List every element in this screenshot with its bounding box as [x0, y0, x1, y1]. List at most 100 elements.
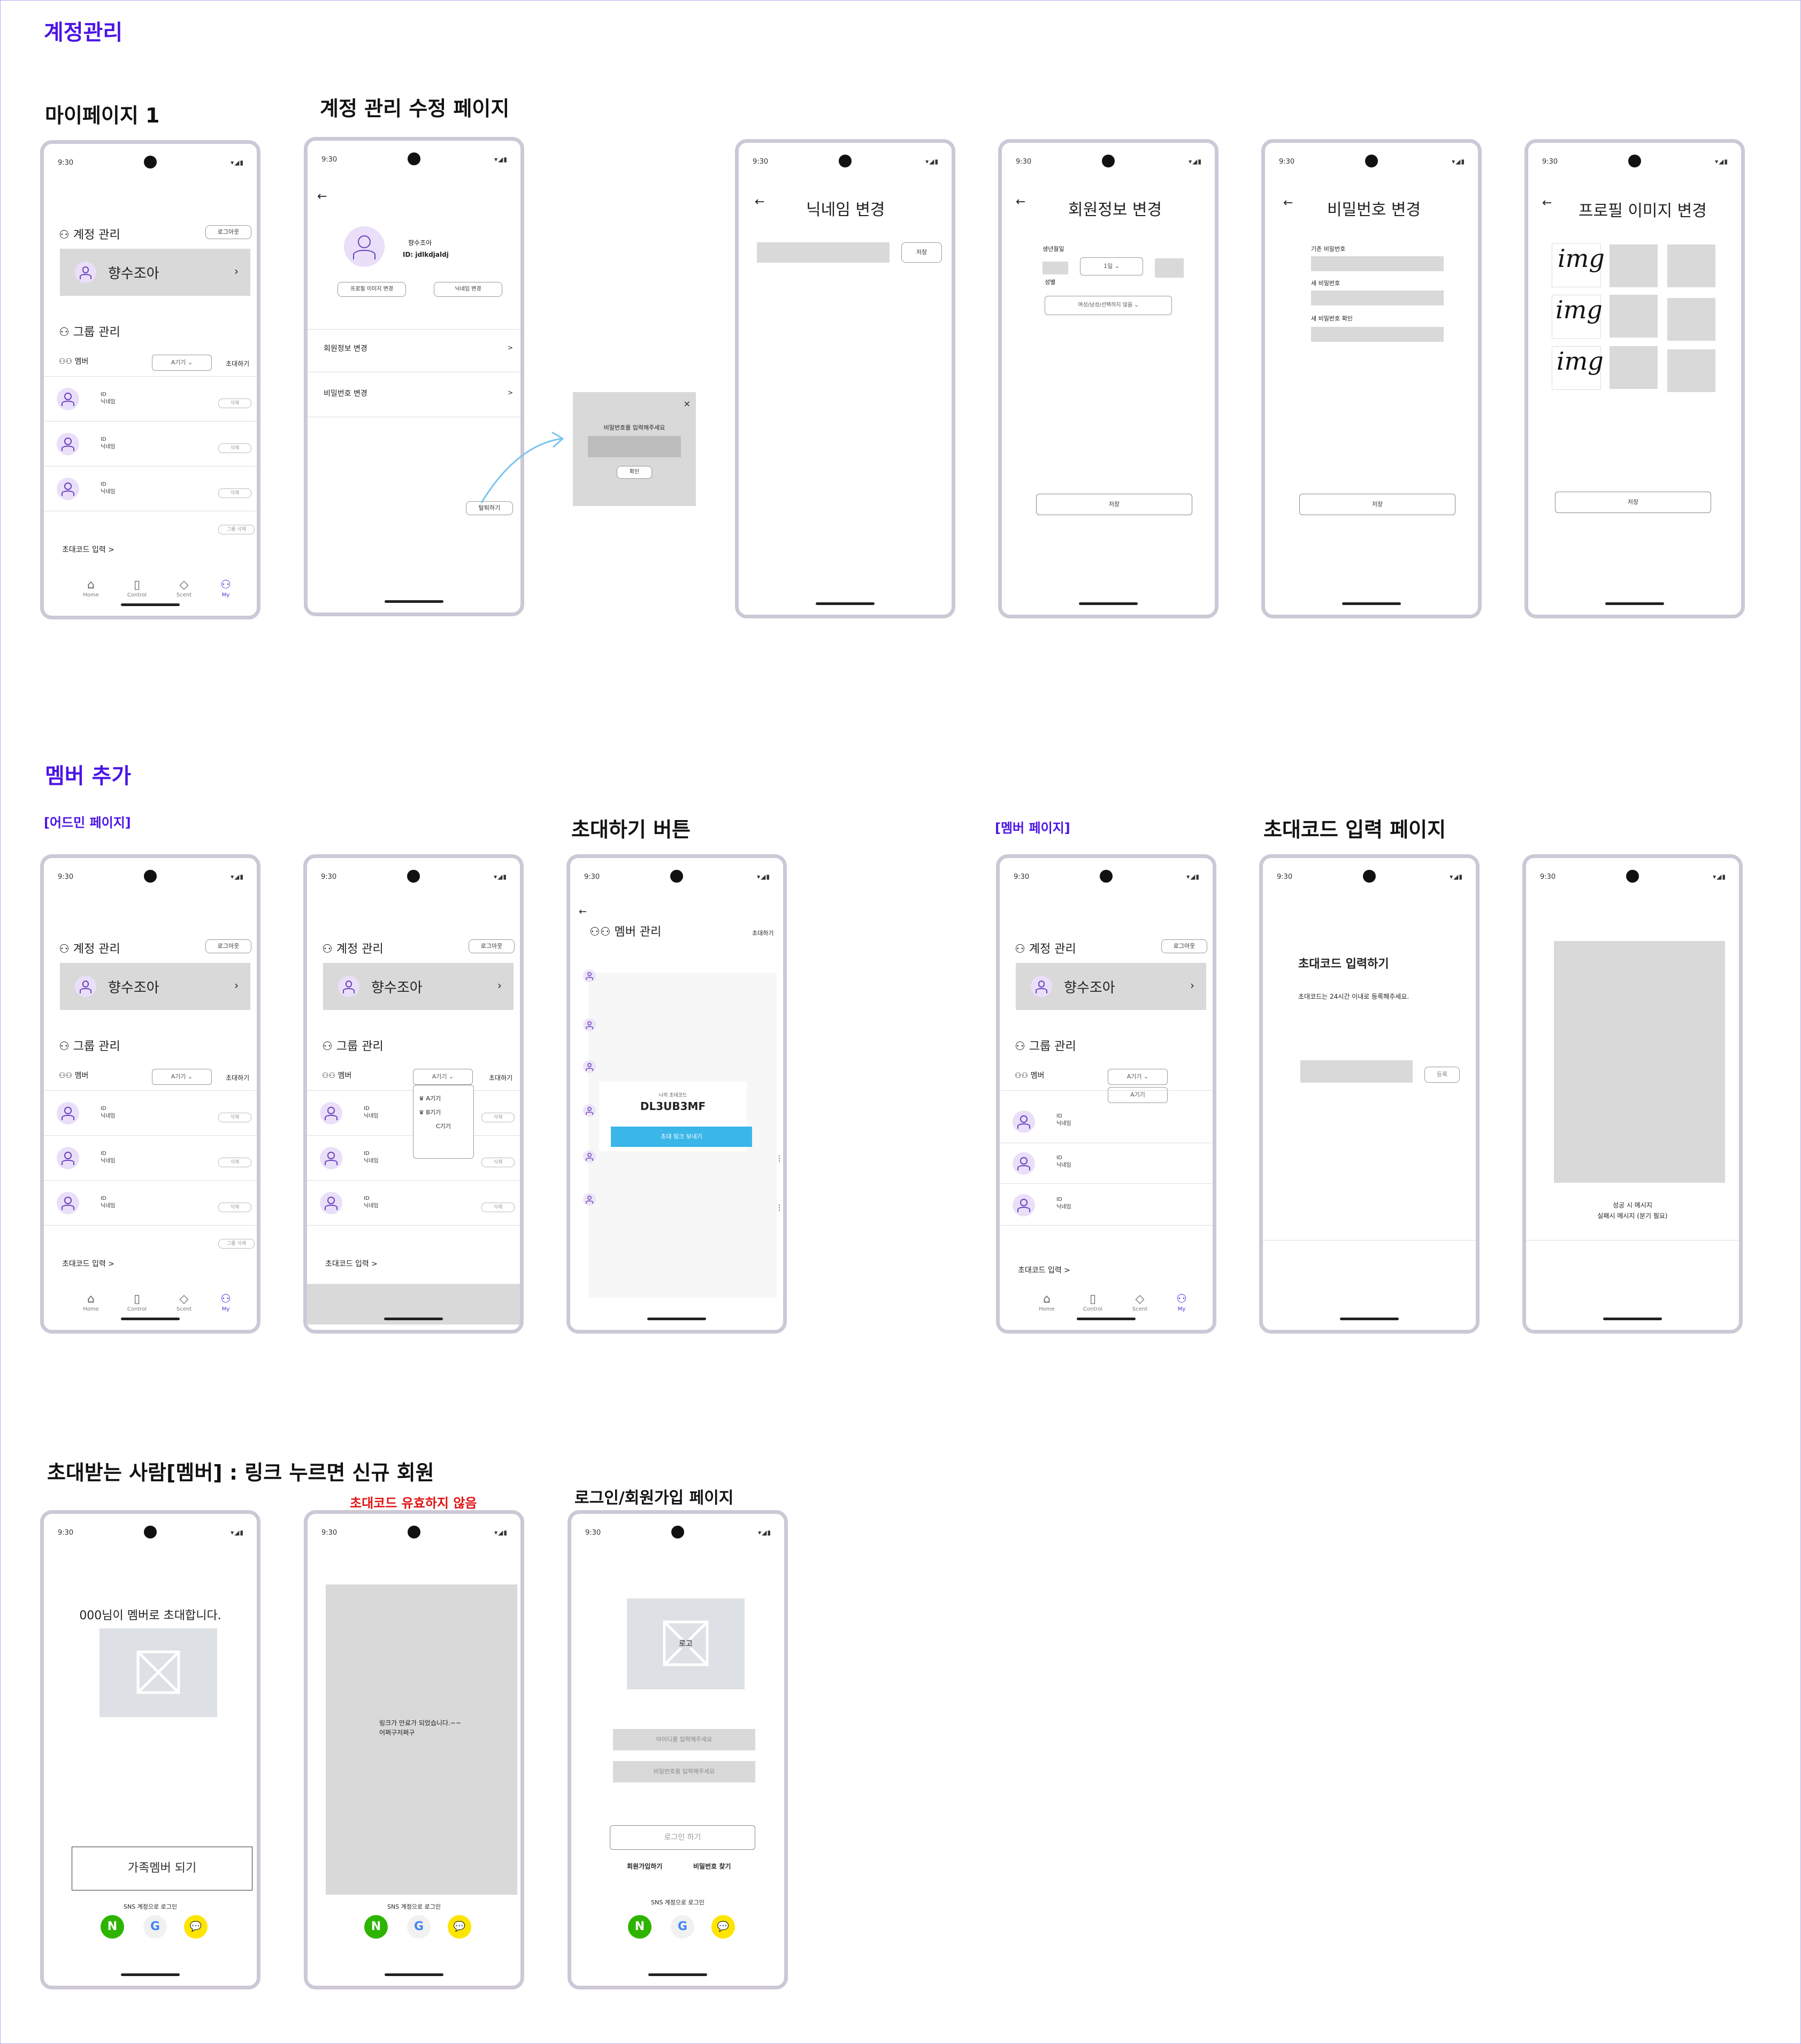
- naver-login-icon[interactable]: N: [364, 1915, 388, 1939]
- join-family-button[interactable]: 가족멤버 되기: [72, 1847, 252, 1890]
- more-icon[interactable]: ⋮: [776, 1154, 783, 1163]
- device-select[interactable]: A기기 ⌄: [152, 355, 212, 371]
- tag-icon: ◇: [179, 578, 189, 592]
- delete-button[interactable]: 삭제: [218, 399, 251, 408]
- profile-card[interactable]: 향수조아 ›: [323, 963, 514, 1010]
- img-option[interactable]: [1667, 244, 1715, 287]
- img-option[interactable]: img: [1552, 346, 1604, 390]
- back-arrow-icon[interactable]: ←: [755, 195, 764, 209]
- close-icon[interactable]: ×: [684, 399, 691, 409]
- dropdown-option[interactable]: ♛ A기기: [419, 1094, 441, 1103]
- logout-button[interactable]: 로그아웃: [205, 939, 251, 953]
- logout-button[interactable]: 로그아웃: [205, 225, 251, 239]
- chevron-right-icon: ›: [234, 265, 239, 278]
- google-login-icon[interactable]: G: [143, 1915, 167, 1939]
- profile-card[interactable]: 향수조아 ›: [1016, 963, 1206, 1010]
- delete-button[interactable]: 삭제: [218, 1113, 251, 1122]
- change-nickname-button[interactable]: 닉네임 변경: [434, 282, 502, 297]
- delete-button[interactable]: 삭제: [218, 1203, 251, 1212]
- tab-my[interactable]: ⚇ My: [210, 1292, 242, 1312]
- invite-code-link[interactable]: 초대코드 입력 >: [1018, 1265, 1070, 1275]
- id-input[interactable]: 아이디를 입력해주세요: [613, 1729, 755, 1750]
- save-button[interactable]: 저장: [1299, 494, 1455, 515]
- member-info-item[interactable]: 회원정보 변경: [324, 343, 367, 354]
- dropdown-option[interactable]: A기기: [1108, 1087, 1168, 1103]
- invite-code-link[interactable]: 초대코드 입력 >: [325, 1258, 378, 1269]
- img-option[interactable]: [1610, 346, 1658, 389]
- birth-year-input[interactable]: [1043, 262, 1068, 274]
- img-option[interactable]: img: [1552, 243, 1605, 287]
- naver-login-icon[interactable]: N: [628, 1915, 652, 1939]
- img-option[interactable]: [1667, 298, 1715, 341]
- invite-code-link[interactable]: 초대코드 입력 >: [62, 544, 114, 555]
- kakao-login-icon[interactable]: 💬: [184, 1915, 208, 1939]
- tab-home[interactable]: ⌂ Home: [75, 1292, 107, 1312]
- register-button[interactable]: 등록: [1424, 1067, 1460, 1083]
- nickname-input[interactable]: [757, 242, 890, 263]
- group-delete-button[interactable]: 그룹 삭제: [218, 1239, 255, 1249]
- logout-button[interactable]: 로그아웃: [469, 939, 515, 953]
- tab-control[interactable]: ▯ Control: [121, 1292, 153, 1312]
- device-select[interactable]: A기기 ⌄: [413, 1069, 473, 1085]
- tab-scent[interactable]: ◇ Scent: [168, 578, 200, 598]
- back-arrow-icon[interactable]: ←: [1542, 196, 1552, 210]
- login-button[interactable]: 로그인 하기: [610, 1825, 755, 1850]
- find-password-link[interactable]: 비밀번호 찾기: [693, 1862, 731, 1871]
- confirm-button[interactable]: 확인: [617, 466, 652, 479]
- tab-control[interactable]: ▯ Control: [121, 578, 153, 598]
- tab-home[interactable]: ⌂ Home: [1031, 1292, 1063, 1312]
- invite-link[interactable]: 초대하기: [226, 1073, 249, 1082]
- password-item[interactable]: 비밀번호 변경: [324, 388, 367, 399]
- kakao-login-icon[interactable]: 💬: [448, 1915, 471, 1939]
- group-delete-button[interactable]: 그룹 삭제: [218, 525, 255, 534]
- back-arrow-icon[interactable]: ←: [1016, 195, 1025, 209]
- invite-link[interactable]: 초대하기: [489, 1073, 512, 1082]
- back-arrow-icon[interactable]: ←: [317, 190, 327, 203]
- delete-button[interactable]: 삭제: [218, 443, 251, 453]
- save-button[interactable]: 저장: [901, 242, 942, 263]
- save-button[interactable]: 저장: [1555, 492, 1711, 513]
- tab-control[interactable]: ▯ Control: [1077, 1292, 1109, 1312]
- invite-link[interactable]: 초대하기: [226, 359, 249, 368]
- more-icon[interactable]: ⋮: [776, 1204, 783, 1212]
- delete-button[interactable]: 삭제: [218, 488, 251, 498]
- change-photo-button[interactable]: 프로필 이미지 변경: [338, 282, 406, 297]
- delete-button[interactable]: 삭제: [218, 1158, 251, 1167]
- img-option[interactable]: [1610, 295, 1658, 338]
- invite-link[interactable]: 초대하기: [752, 929, 773, 937]
- device-select[interactable]: A기기 ⌄: [1108, 1069, 1168, 1085]
- tab-my[interactable]: ⚇ My: [210, 578, 242, 598]
- send-invite-link-button[interactable]: 초대 링크 보내기: [611, 1127, 752, 1147]
- naver-login-icon[interactable]: N: [101, 1915, 124, 1939]
- tab-my[interactable]: ⚇ My: [1166, 1292, 1198, 1312]
- back-arrow-icon[interactable]: ←: [579, 906, 587, 917]
- save-button[interactable]: 저장: [1036, 494, 1192, 515]
- tab-scent[interactable]: ◇ Scent: [1124, 1292, 1156, 1312]
- birth-day-select[interactable]: 1일 ⌄: [1080, 257, 1143, 275]
- img-option[interactable]: [1667, 349, 1715, 392]
- password-input[interactable]: [588, 436, 681, 457]
- invite-code-link[interactable]: 초대코드 입력 >: [62, 1258, 114, 1269]
- signup-link[interactable]: 회원가입하기: [627, 1862, 662, 1871]
- tab-scent[interactable]: ◇ Scent: [168, 1292, 200, 1312]
- google-login-icon[interactable]: G: [407, 1915, 431, 1939]
- img-option[interactable]: img: [1552, 295, 1603, 339]
- back-arrow-icon[interactable]: ←: [1283, 196, 1293, 210]
- invite-code-input[interactable]: [1300, 1060, 1413, 1083]
- device-select[interactable]: A기기 ⌄: [152, 1069, 212, 1085]
- new-password-input[interactable]: [1311, 290, 1444, 305]
- confirm-password-input[interactable]: [1311, 327, 1444, 342]
- tab-home[interactable]: ⌂ Home: [75, 578, 107, 598]
- password-input[interactable]: 비밀번호를 입력해주세요: [613, 1761, 755, 1782]
- profile-card[interactable]: 향수조아 ›: [60, 963, 250, 1010]
- birth-extra-input[interactable]: [1155, 258, 1184, 278]
- dropdown-option[interactable]: ♛ B기기: [419, 1108, 441, 1116]
- dropdown-option[interactable]: C기기: [436, 1122, 451, 1130]
- kakao-login-icon[interactable]: 💬: [711, 1915, 735, 1939]
- gender-select[interactable]: 여성/남성/선택하지 않음 ⌄: [1045, 296, 1172, 315]
- current-password-input[interactable]: [1311, 256, 1444, 271]
- logout-button[interactable]: 로그아웃: [1161, 939, 1207, 953]
- google-login-icon[interactable]: G: [671, 1915, 694, 1939]
- img-option[interactable]: [1610, 244, 1658, 287]
- profile-card[interactable]: 향수조아 ›: [60, 249, 250, 296]
